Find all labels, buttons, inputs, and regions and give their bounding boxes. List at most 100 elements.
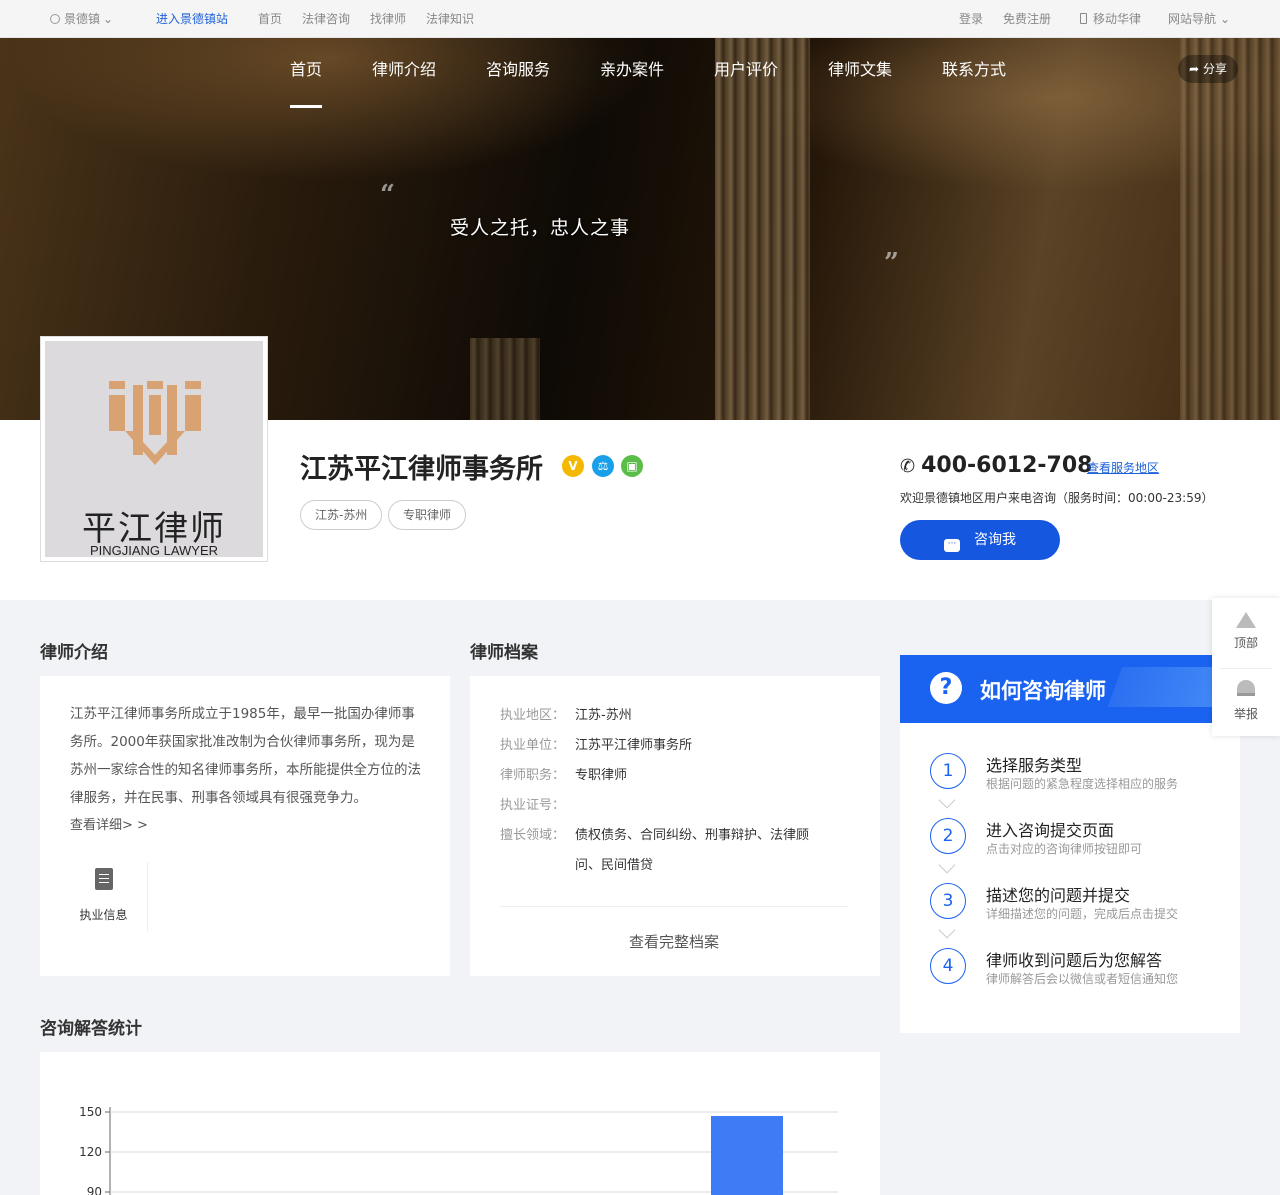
record-label: 执业地区： xyxy=(500,708,566,723)
chevron-down-icon: ⌄ xyxy=(1220,12,1231,26)
tag-position: 专职律师 xyxy=(388,500,467,530)
scales-badge-icon[interactable]: ⚖ xyxy=(592,455,614,477)
view-details-link[interactable]: 查看详细> > xyxy=(70,814,148,833)
phone-icon xyxy=(1080,13,1087,24)
record-row-expertise: 擅长领域： 债权债务、合同纠纷、刑事辩护、法律顾 xyxy=(500,824,809,843)
back-to-top-button[interactable]: 顶部 xyxy=(1212,612,1280,651)
nav-articles[interactable]: 律师文集 xyxy=(828,38,892,102)
license-info-button[interactable]: 执业信息 xyxy=(60,862,148,932)
share-label: 分享 xyxy=(1202,62,1227,76)
section-title-record: 律师档案 xyxy=(470,643,538,663)
record-label: 执业单位： xyxy=(500,738,566,753)
record-row-unit: 执业单位： 江苏平江律师事务所 xyxy=(500,734,692,753)
phone-number-row: ✆ 400-6012-708 xyxy=(900,453,1092,478)
record-value: 问、民间借贷 xyxy=(575,858,654,873)
toplink-find-lawyer[interactable]: 找律师 xyxy=(370,0,406,38)
nav-contact[interactable]: 联系方式 xyxy=(942,38,1006,102)
site-nav-dropdown[interactable]: 网站导航 ⌄ xyxy=(1168,0,1230,38)
login-link[interactable]: 登录 xyxy=(959,0,983,38)
how-to-consult-header: ? 如何咨询律师 xyxy=(900,655,1240,723)
certificate-badge-icon[interactable]: ▣ xyxy=(621,455,643,477)
record-row-license: 执业证号： xyxy=(500,794,575,813)
chat-bubble-icon: ··· xyxy=(944,539,960,552)
record-value: 债权债务、合同纠纷、刑事辩护、法律顾 xyxy=(575,828,810,843)
share-button[interactable]: ➦ 分享 xyxy=(1178,55,1238,83)
stats-chart-card: 90 120 150 xyxy=(40,1052,880,1195)
step-title: 描述您的问题并提交 xyxy=(986,886,1131,905)
step-number: 4 xyxy=(930,948,966,984)
location-pin-icon xyxy=(50,14,60,24)
record-label: 律师职务： xyxy=(500,768,566,783)
arrow-up-icon xyxy=(1236,612,1256,628)
phone-number: 400-6012-708 xyxy=(921,453,1093,478)
tag-region: 江苏-苏州 xyxy=(300,500,383,530)
report-button[interactable]: 举报 xyxy=(1212,680,1280,722)
record-value: 江苏平江律师事务所 xyxy=(575,738,693,753)
record-label: 擅长领域： xyxy=(500,828,566,843)
record-label: 执业证号： xyxy=(500,798,566,813)
alarm-bell-icon xyxy=(1237,680,1255,696)
step-title: 律师收到问题后为您解答 xyxy=(986,951,1163,970)
step-desc: 详细描述您的问题，完成后点击提交 xyxy=(986,907,1179,921)
nav-cases[interactable]: 亲办案件 xyxy=(600,38,664,102)
record-value: 江苏-苏州 xyxy=(575,708,632,723)
consult-me-button[interactable]: ··· 咨询我 xyxy=(900,520,1060,560)
y-tick-label: 120 xyxy=(79,1145,102,1159)
top-bar: 景德镇 ⌄ 进入景德镇站 首页 法律咨询 找律师 法律知识 登录 免费注册 移动华… xyxy=(0,0,1280,38)
view-full-record-link[interactable]: 查看完整档案 xyxy=(500,906,848,952)
step-number: 1 xyxy=(930,753,966,789)
intro-text: 江苏平江律师事务所成立于1985年，最早一批国办律师事务所。2000年获国家批准… xyxy=(70,706,421,806)
main-nav: 首页 律师介绍 咨询服务 亲办案件 用户评价 律师文集 联系方式 ➦ 分享 xyxy=(0,38,1280,108)
record-row-position: 律师职务： 专职律师 xyxy=(500,764,627,783)
step-number: 2 xyxy=(930,818,966,854)
consult-me-label: 咨询我 xyxy=(974,532,1016,548)
verified-v-badge-icon[interactable]: V xyxy=(562,455,584,477)
report-label: 举报 xyxy=(1233,707,1258,721)
nav-consult-service[interactable]: 咨询服务 xyxy=(486,38,550,102)
toplink-home[interactable]: 首页 xyxy=(258,0,282,38)
step-desc: 点击对应的咨询律师按钮即可 xyxy=(986,842,1143,856)
logo-emblem-icon xyxy=(109,381,201,465)
nav-home[interactable]: 首页 xyxy=(290,38,323,108)
chevron-down-icon: ⌄ xyxy=(103,12,114,26)
welcome-text: 欢迎景德镇地区用户来电咨询（服务时间：00:00-23:59） xyxy=(900,491,1214,505)
back-to-top-label: 顶部 xyxy=(1233,636,1258,650)
question-mark-icon: ? xyxy=(930,672,962,704)
location-label: 景德镇 xyxy=(64,12,101,26)
logo-english-name: PINGJIANG LAWYER xyxy=(89,543,219,558)
step-number: 3 xyxy=(930,883,966,919)
mobile-link[interactable]: 移动华律 xyxy=(1080,0,1141,38)
section-title-stats: 咨询解答统计 xyxy=(40,1019,142,1039)
section-title-intro: 律师介绍 xyxy=(40,643,108,663)
site-nav-label: 网站导航 xyxy=(1168,12,1217,26)
record-row-region: 执业地区： 江苏-苏州 xyxy=(500,704,632,723)
how-to-consult-title: 如何咨询律师 xyxy=(980,679,1106,703)
nav-reviews[interactable]: 用户评价 xyxy=(714,38,778,102)
toplink-legal-knowledge[interactable]: 法律知识 xyxy=(426,0,474,38)
open-quote-icon: “ xyxy=(380,180,395,210)
firm-name: 江苏平江律师事务所 xyxy=(300,454,543,485)
side-toolbar: 顶部 举报 xyxy=(1212,598,1280,736)
toplink-legal-consult[interactable]: 法律咨询 xyxy=(302,0,350,38)
location-selector[interactable]: 景德镇 ⌄ xyxy=(50,0,113,38)
step-title: 进入咨询提交页面 xyxy=(986,821,1115,840)
step-title: 选择服务类型 xyxy=(986,756,1083,775)
station-link[interactable]: 进入景德镇站 xyxy=(156,0,228,38)
step-desc: 律师解答后会以微信或者短信通知您 xyxy=(986,972,1179,986)
step-desc: 根据问题的紧急程度选择相应的服务 xyxy=(986,777,1179,791)
license-info-label: 执业信息 xyxy=(79,908,128,922)
close-quote-icon: ” xyxy=(884,248,899,278)
banner-slogan: 受人之托，忠人之事 xyxy=(450,217,631,239)
phone-handset-icon: ✆ xyxy=(900,456,916,477)
nav-lawyer-intro[interactable]: 律师介绍 xyxy=(372,38,436,102)
stats-bar-chart: 90 120 150 xyxy=(79,1105,838,1195)
record-value: 专职律师 xyxy=(575,768,628,783)
service-area-link[interactable]: 查看服务地区 xyxy=(1087,459,1159,476)
mobile-label: 移动华律 xyxy=(1093,12,1142,26)
share-icon: ➦ xyxy=(1189,62,1200,76)
y-tick-label: 150 xyxy=(79,1105,102,1119)
record-row-expertise-cont: 问、民间借贷 xyxy=(575,854,653,873)
chart-bar[interactable] xyxy=(711,1116,783,1195)
register-link[interactable]: 免费注册 xyxy=(1003,0,1051,38)
firm-logo: 平江律师 PINGJIANG LAWYER xyxy=(40,336,268,562)
